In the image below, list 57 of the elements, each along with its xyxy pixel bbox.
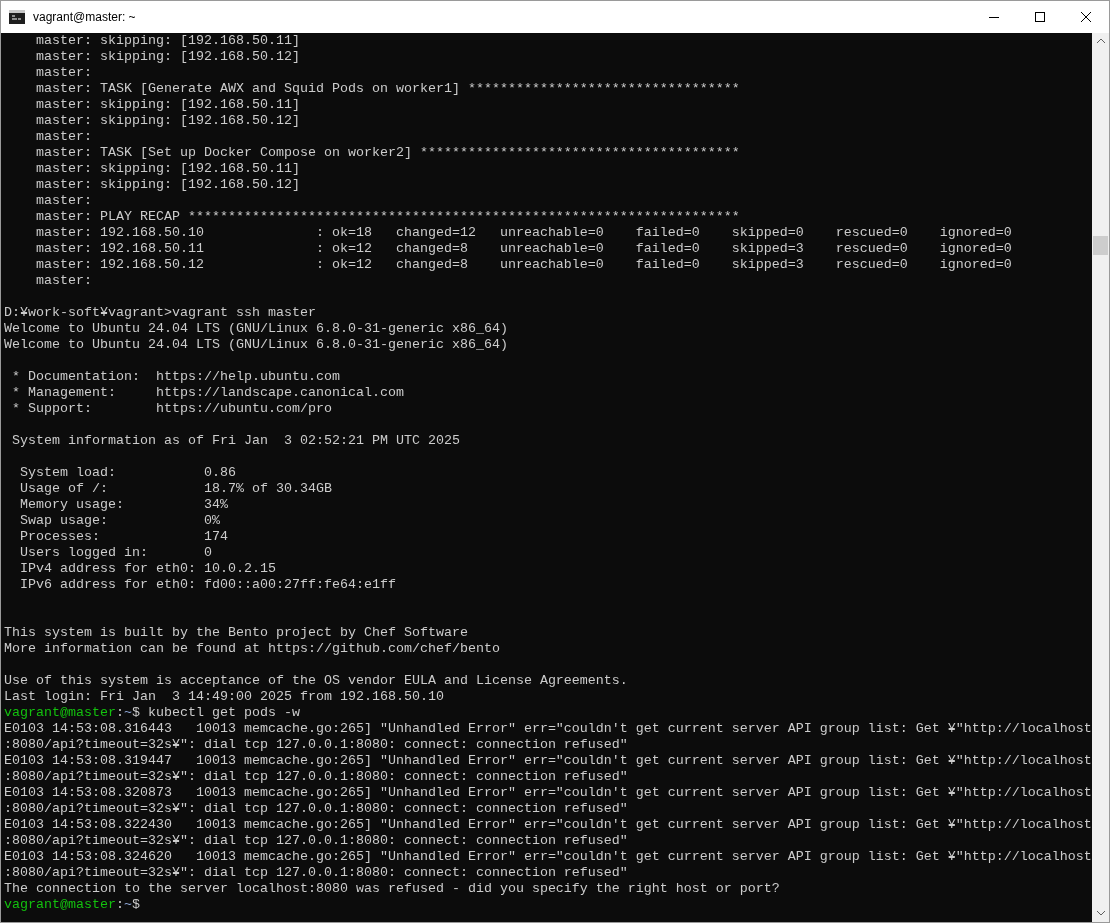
terminal-line: master: skipping: [192.168.50.11] [35, 97, 300, 113]
scrollbar[interactable] [1092, 33, 1109, 922]
terminal-line: E0103 14:53:08.319447 10013 memcache.go:265] "Unhandled Error" err="couldn't get current server API group list: Get ¥"http://localhost [4, 753, 1092, 769]
terminal-line: D:¥work-soft¥vagrant>vagrant ssh master [4, 305, 316, 321]
scroll-down-icon[interactable] [1096, 911, 1105, 916]
terminal-line: This system is built by the Bento project by Chef Software [4, 625, 468, 641]
terminal-line: master: skipping: [192.168.50.11] [35, 33, 300, 49]
minimize-icon [989, 16, 999, 18]
terminal-line: Welcome to Ubuntu 24.04 LTS (GNU/Linux 6.8.0-31-generic x86_64) [4, 321, 508, 337]
terminal-line: :8080/api?timeout=32s¥": dial tcp 127.0.0.1:8080: connect: connection refused" [4, 865, 628, 881]
terminal-line: :8080/api?timeout=32s¥": dial tcp 127.0.0.1:8080: connect: connection refused" [4, 801, 628, 817]
maximize-icon [1035, 12, 1045, 22]
window-title: vagrant@master: ~ [33, 9, 136, 26]
scroll-up-icon[interactable] [1096, 38, 1105, 43]
terminal-line: master: TASK [Generate AWX and Squid Pods on worker1] ********************************** [35, 81, 740, 97]
terminal-line: Usage of /: 18.7% of 30.34GB [19, 481, 332, 497]
terminal-line: master: [35, 129, 92, 145]
terminal-line: master: skipping: [192.168.50.11] [35, 161, 300, 177]
terminal-line: Users logged in: 0 [19, 545, 212, 561]
terminal-line: E0103 14:53:08.324620 10013 memcache.go:265] "Unhandled Error" err="couldn't get current server API group list: Get ¥"http://localhost [4, 849, 1092, 865]
terminal-line: E0103 14:53:08.322430 10013 memcache.go:265] "Unhandled Error" err="couldn't get current server API group list: Get ¥"http://localhost [4, 817, 1092, 833]
terminal-line: master: 192.168.50.11 : ok=12 changed=8 unreachable=0 failed=0 skipped=3 rescued=0 ignored=0 [35, 241, 1012, 257]
terminal-line: Swap usage: 0% [19, 513, 220, 529]
terminal-line: master: skipping: [192.168.50.12] [35, 49, 300, 65]
terminal-line: Welcome to Ubuntu 24.04 LTS (GNU/Linux 6.8.0-31-generic x86_64) [4, 337, 508, 353]
terminal-line: master: skipping: [192.168.50.12] [35, 177, 300, 193]
terminal-line: :8080/api?timeout=32s¥": dial tcp 127.0.0.1:8080: connect: connection refused" [4, 737, 628, 753]
terminal-app-icon [9, 10, 25, 24]
terminal-line: E0103 14:53:08.316443 10013 memcache.go:265] "Unhandled Error" err="couldn't get current server API group list: Get ¥"http://localhost [4, 721, 1092, 737]
terminal-line: :8080/api?timeout=32s¥": dial tcp 127.0.0.1:8080: connect: connection refused" [4, 833, 628, 849]
terminal-line: Memory usage: 34% [19, 497, 228, 513]
terminal-line: master: [35, 65, 92, 81]
terminal-line: * Management: https://landscape.canonical.com [11, 385, 404, 401]
terminal-line: master: 192.168.50.10 : ok=18 changed=12 unreachable=0 failed=0 skipped=0 rescued=0 ignored=0 [35, 225, 1012, 241]
terminal-line: IPv4 address for eth0: 10.0.2.15 [19, 561, 276, 577]
terminal-line: master: [35, 273, 92, 289]
terminal-line: * Support: https://ubuntu.com/pro [11, 401, 332, 417]
terminal-line: More information can be found at https://github.com/chef/bento [4, 641, 500, 657]
terminal-line: master: skipping: [192.168.50.12] [35, 113, 300, 129]
terminal-line: * Documentation: https://help.ubuntu.com [11, 369, 340, 385]
terminal-line: :8080/api?timeout=32s¥": dial tcp 127.0.0.1:8080: connect: connection refused" [4, 769, 628, 785]
terminal-line: The connection to the server localhost:8080 was refused - did you specify the right host or port? [4, 881, 780, 897]
close-icon [1081, 12, 1091, 22]
scrollbar-thumb[interactable] [1093, 236, 1108, 255]
terminal-line: master: TASK [Set up Docker Compose on worker2] **************************************** [35, 145, 740, 161]
terminal-line: System information as of Fri Jan 3 02:52:21 PM UTC 2025 [11, 433, 460, 449]
terminal-line: System load: 0.86 [19, 465, 236, 481]
terminal-line: master: PLAY RECAP ********************************************************************* [35, 209, 740, 225]
terminal-line: Processes: 174 [19, 529, 228, 545]
terminal-line: E0103 14:53:08.320873 10013 memcache.go:265] "Unhandled Error" err="couldn't get current server API group list: Get ¥"http://localhost [4, 785, 1092, 801]
prompt-line: vagrant@master:~$ [4, 897, 140, 913]
terminal-line: master: 192.168.50.12 : ok=12 changed=8 unreachable=0 failed=0 skipped=3 rescued=0 ignored=0 [35, 257, 1012, 273]
terminal-line: master: [35, 193, 92, 209]
terminal-line: IPv6 address for eth0: fd00::a00:27ff:fe64:e1ff [19, 577, 396, 593]
prompt-line: vagrant@master:~$ kubectl get pods -w [4, 705, 300, 721]
terminal-line: Last login: Fri Jan 3 14:49:00 2025 from 192.168.50.10 [4, 689, 444, 705]
terminal-line: Use of this system is acceptance of the OS vendor EULA and License Agreements. [4, 673, 628, 689]
